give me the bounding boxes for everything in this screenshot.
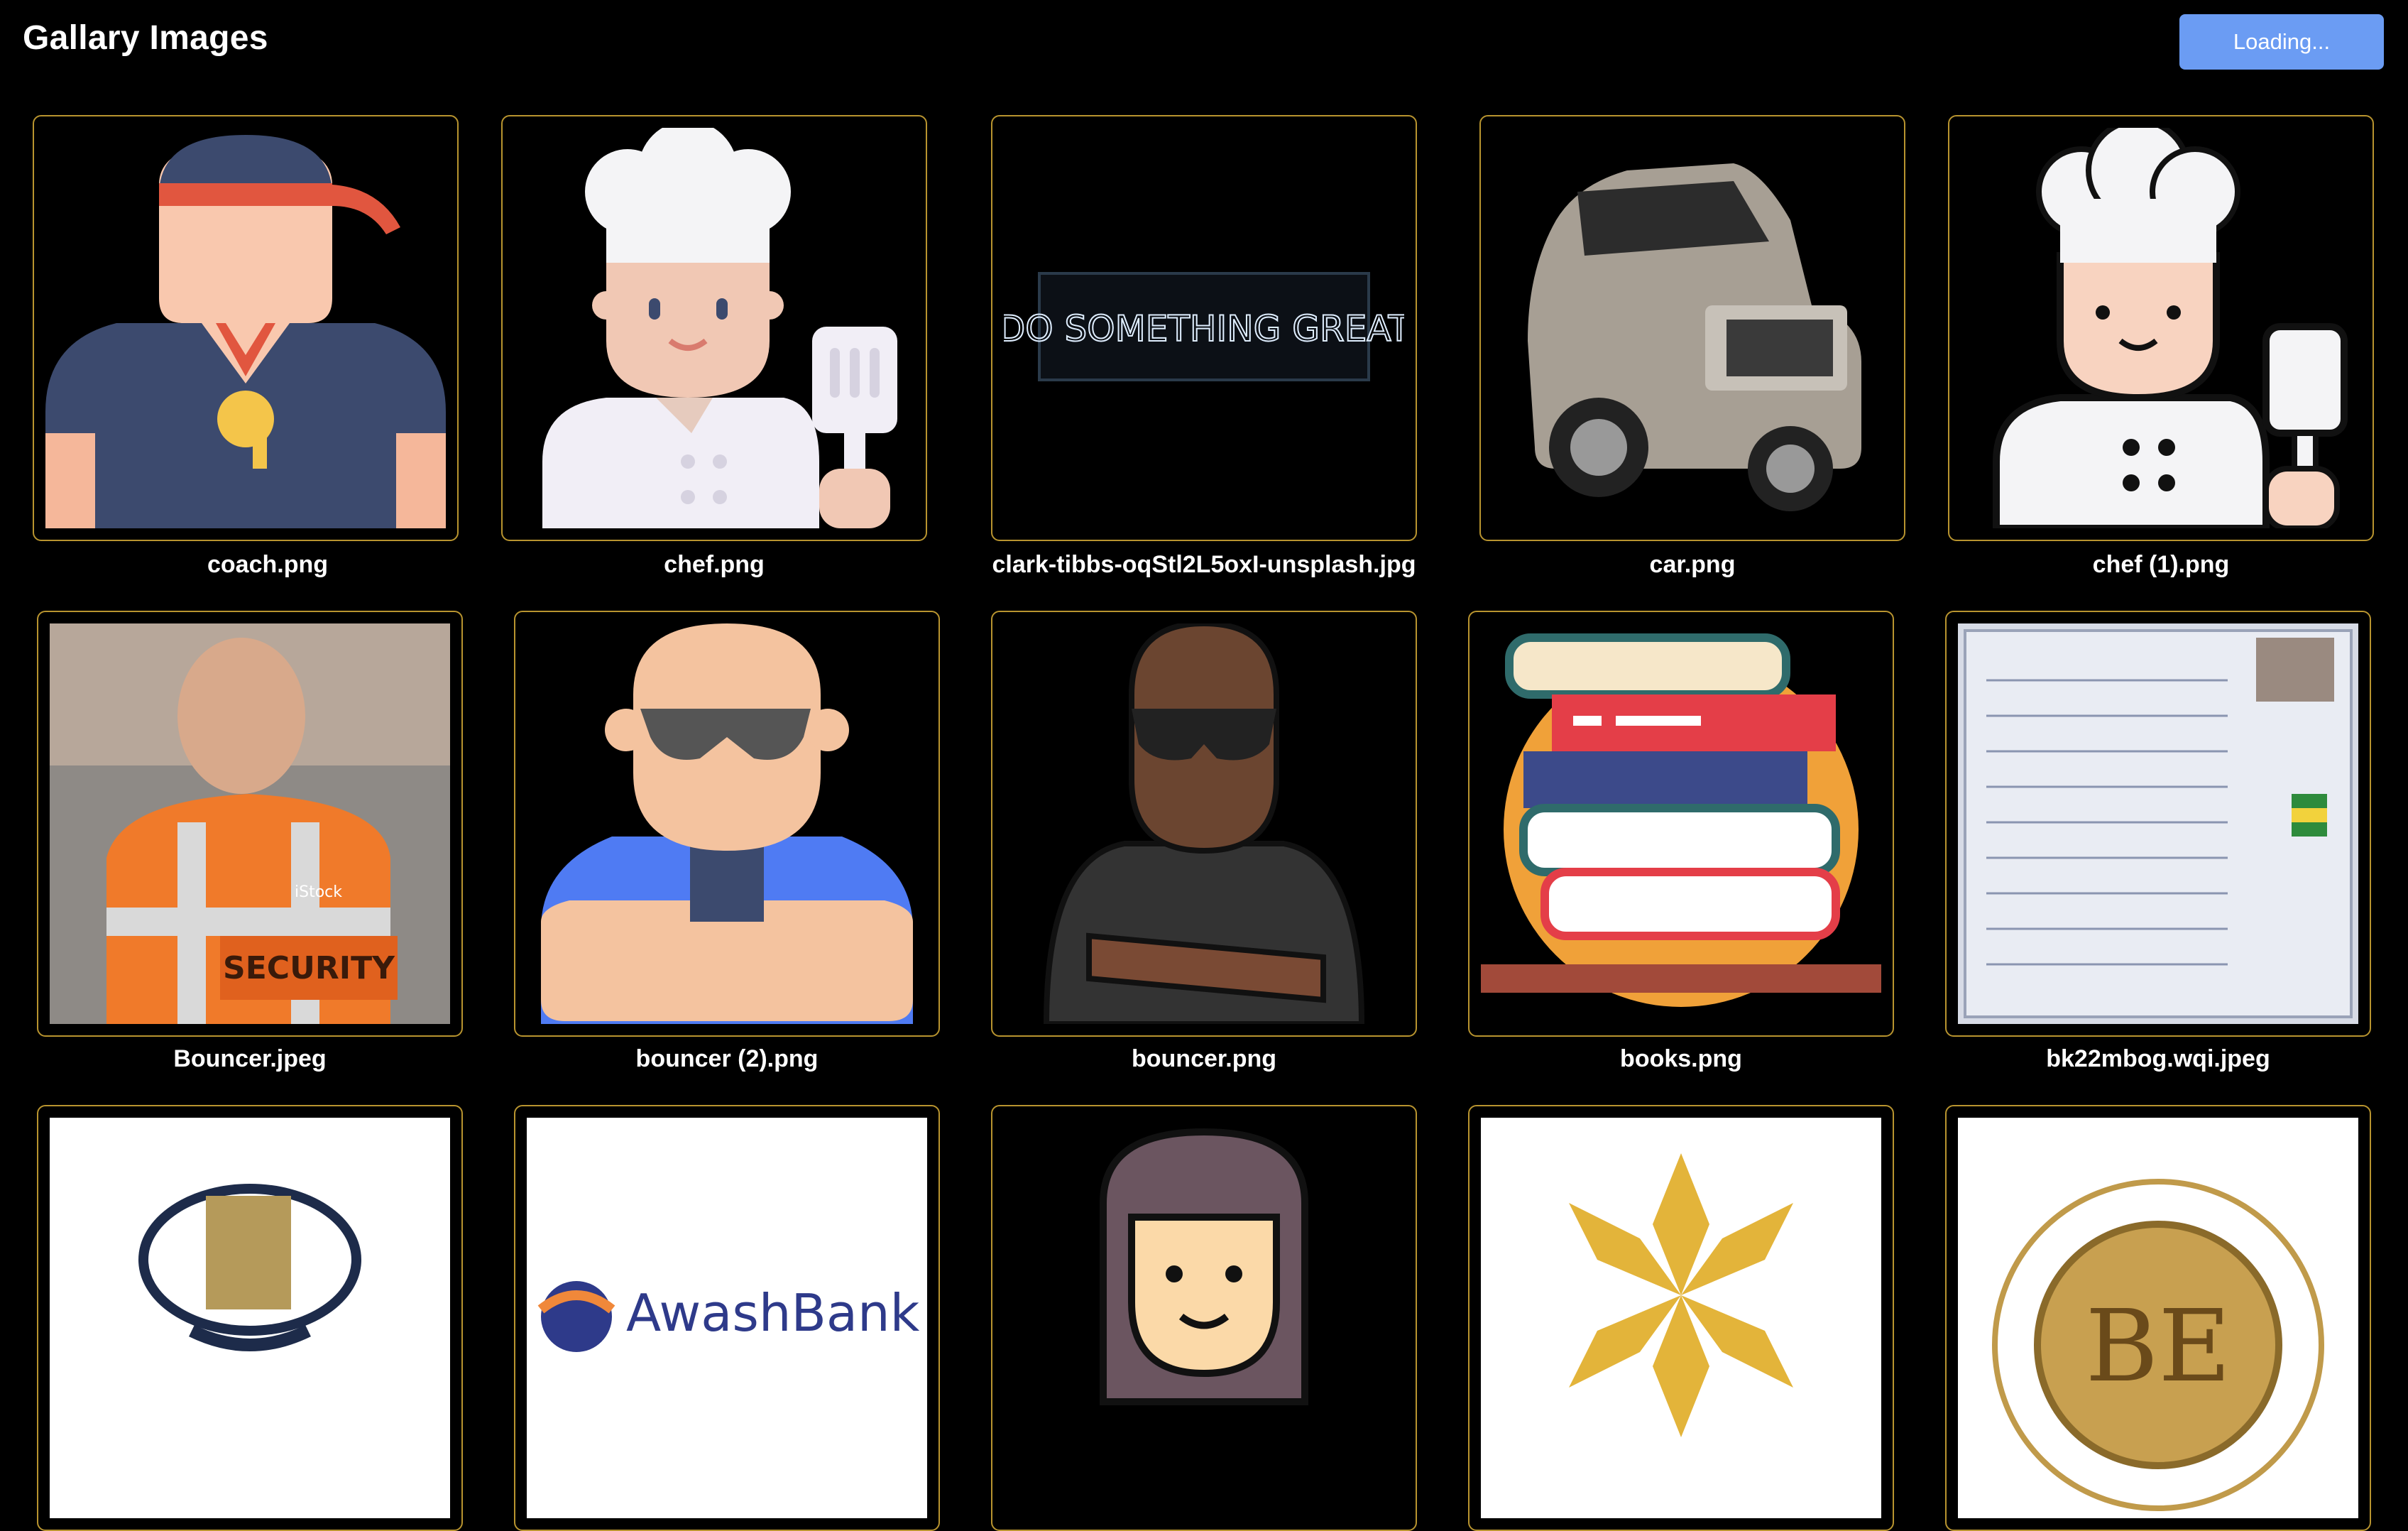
gallery-caption: bk22mbog.wqi.jpeg xyxy=(2046,1045,2270,1072)
star-logo xyxy=(1481,1118,1881,1518)
gallery-card-bouncer-jpeg[interactable]: SECURITY iStock xyxy=(37,611,463,1037)
bouncer-icon xyxy=(527,623,927,1024)
coin-logo-text: BE xyxy=(2085,1289,2231,1405)
gallery-caption: Bouncer.jpeg xyxy=(173,1045,327,1072)
gallery-card-neon-sign[interactable]: DO SOMETHING GREAT xyxy=(991,115,1417,541)
chef-icon xyxy=(514,128,914,528)
gallery-caption: bouncer.png xyxy=(1132,1045,1276,1072)
gallery-caption: books.png xyxy=(1620,1045,1742,1072)
loading-button[interactable]: Loading... xyxy=(2179,14,2384,70)
bouncer-sketch-icon xyxy=(1004,623,1404,1024)
gallery-card-coach[interactable] xyxy=(33,115,459,541)
gallery-card-car[interactable] xyxy=(1479,115,1905,541)
gallery-card-awash-bank[interactable]: AwashBank xyxy=(514,1105,940,1531)
university-logo xyxy=(50,1118,450,1518)
security-guard-photo: SECURITY iStock xyxy=(50,623,450,1024)
gold-coin-logo: BE xyxy=(1958,1118,2358,1518)
gallery-caption: car.png xyxy=(1649,551,1736,578)
page-title: Gallary Images xyxy=(23,19,268,57)
neon-sign-text: DO SOMETHING GREAT xyxy=(1004,308,1404,349)
gallery-card-document[interactable] xyxy=(1945,611,2371,1037)
gallery-card-university-logo[interactable] xyxy=(37,1105,463,1531)
gallery-caption: clark-tibbs-oqStl2L5oxI-unsplash.jpg xyxy=(992,551,1416,578)
gallery-card-gold-coin[interactable]: BE xyxy=(1945,1105,2371,1531)
gallery-card-woman-avatar[interactable] xyxy=(991,1105,1417,1531)
gallery-caption: chef (1).png xyxy=(2092,551,2230,578)
woman-avatar-icon xyxy=(1004,1118,1404,1518)
gallery-caption: bouncer (2).png xyxy=(635,1045,819,1072)
security-badge-text: SECURITY xyxy=(223,950,395,986)
gallery-caption: chef.png xyxy=(664,551,765,578)
gallery-card-star-logo[interactable] xyxy=(1468,1105,1894,1531)
gallery-card-books[interactable] xyxy=(1468,611,1894,1037)
awash-bank-logo-text: AwashBank xyxy=(626,1283,920,1343)
coach-icon xyxy=(45,128,446,528)
neon-sign-photo: DO SOMETHING GREAT xyxy=(1004,128,1404,528)
gallery-card-bouncer-2[interactable] xyxy=(514,611,940,1037)
watermark-text: iStock xyxy=(295,883,342,901)
gallery-card-chef-1[interactable] xyxy=(1948,115,2374,541)
gallery-card-chef[interactable] xyxy=(501,115,927,541)
car-photo xyxy=(1492,128,1893,528)
chef-icon xyxy=(1961,128,2361,528)
gallery-card-bouncer-png[interactable] xyxy=(991,611,1417,1037)
books-icon xyxy=(1481,623,1881,1024)
document-photo xyxy=(1958,623,2358,1024)
awash-bank-logo: AwashBank xyxy=(527,1118,927,1518)
